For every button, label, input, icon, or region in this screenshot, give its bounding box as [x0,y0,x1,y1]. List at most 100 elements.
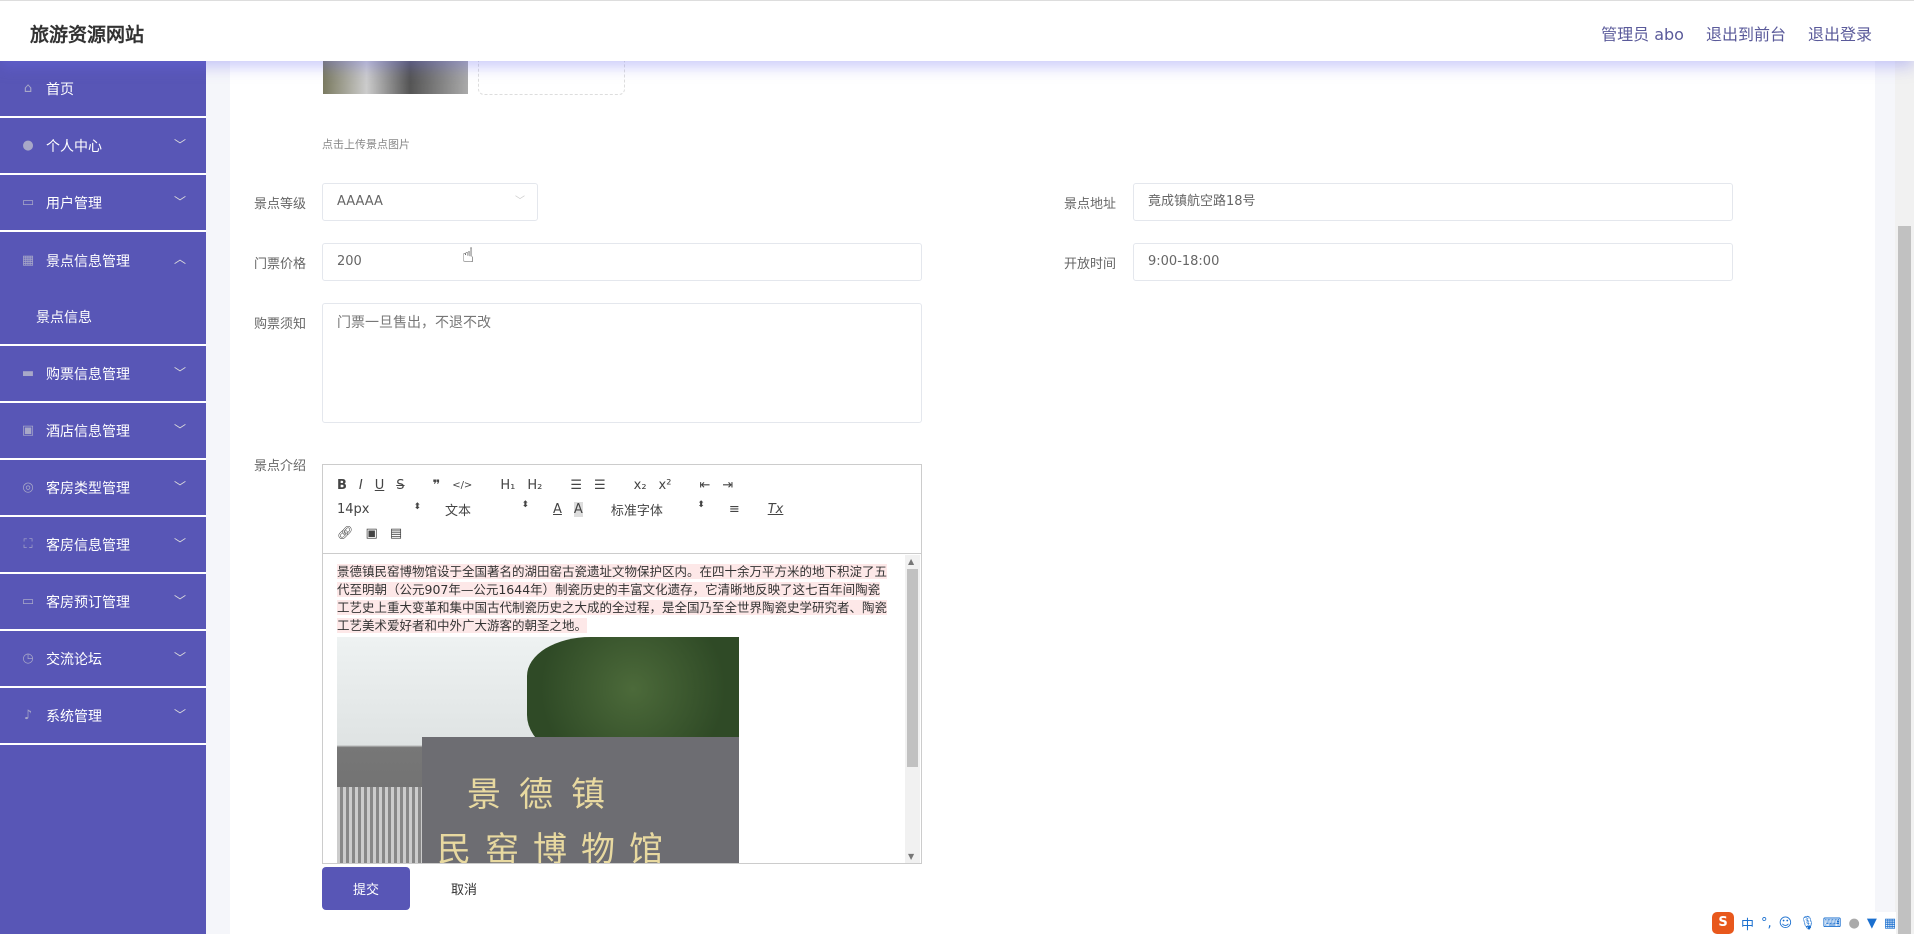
price-input[interactable]: 200 [322,243,922,281]
chevron-down-icon: ﹀ [173,423,186,437]
sidebar-item-2[interactable]: ▭ 用户管理 ﹀ [0,175,206,232]
indent-icon[interactable]: ⇥ [722,478,733,493]
outdent-icon[interactable]: ⇤ [699,478,710,493]
underline-icon[interactable]: U [375,478,385,493]
home-icon: ⌂ [23,81,33,96]
strike-icon[interactable]: S [396,478,404,493]
keyboard-icon[interactable]: ⌨ [1823,916,1842,931]
logout-link[interactable]: 退出登录 [1808,21,1872,45]
page-scrollbar[interactable] [1895,61,1914,934]
notice-label: 购票须知 [254,317,307,332]
sidebar-item-label: 客房预订管理 [46,594,130,611]
skin-icon[interactable]: ▼ [1867,916,1877,931]
subscript-icon[interactable]: x₂ [634,478,647,493]
fullscreen-icon: ⛶ [23,537,33,552]
sidebar-item-10[interactable]: ♪ 系统管理 ﹀ [0,688,206,745]
chevron-down-icon: ﹀ [173,195,186,209]
h2-icon[interactable]: H₂ [527,478,542,493]
video-icon[interactable]: ▤ [390,526,402,541]
ordered-list-icon[interactable]: ☰ [570,478,582,493]
bold-icon[interactable]: B [337,478,347,493]
sidebar-item-7[interactable]: ⛶ 客房信息管理 ﹀ [0,517,206,574]
editor-scrollbar[interactable]: ▲ ▼ [905,555,920,863]
chevron-down-icon: ﹀ [173,138,186,152]
sidebar-item-1[interactable]: ● 个人中心 ﹀ [0,118,206,175]
price-label: 门票价格 [254,257,307,272]
sidebar-item-0[interactable]: ⌂ 首页 [0,61,206,118]
admin-user-label: 管理员 abo [1601,25,1684,44]
clear-format-icon[interactable]: Tx [768,502,784,517]
editor-content[interactable]: 景德镇民窑博物馆设于全国著名的湖田窑古瓷遗址文物保护区内。在四十余万平方米的地下… [323,555,905,863]
h1-icon[interactable]: H₁ [500,478,515,493]
image-icon[interactable]: ▣ [366,526,378,541]
level-select[interactable]: AAAAA ﹀ [322,183,538,221]
sidebar-item-3[interactable]: ▦ 景点信息管理 ︿ [0,232,206,289]
sidebar-item-8[interactable]: ▭ 客房预订管理 ﹀ [0,574,206,631]
notice-textarea[interactable]: 门票一旦售出，不退不改 [322,303,922,423]
lifebuoy-icon: ◎ [22,480,34,495]
chevron-down-icon: ﹀ [173,480,186,494]
address-input[interactable]: 竟成镇航空路18号 [1133,183,1733,221]
sidebar: ⌂ 首页 ● 个人中心 ﹀ ▭ 用户管理 ﹀ ▦ 景点信息管理 ︿ 景点信息 ▬ 购票信息管理 ﹀ ▣ 酒店信息… [0,61,206,934]
menu-grid-icon[interactable]: ▦ [1884,916,1896,931]
chevron-down-icon: ﹀ [173,537,186,551]
sidebar-item-label: 系统管理 [46,708,102,725]
sidebar-item-label: 个人中心 [46,138,102,155]
sidebar-item-label: 首页 [46,81,74,98]
address-label: 景点地址 [1064,197,1117,212]
background-color-icon[interactable]: A [573,501,583,517]
user-icon: ● [22,138,34,153]
sogou-logo-icon[interactable]: S [1712,912,1734,934]
chevron-down-icon: ﹀ [515,196,525,207]
ime-punct[interactable]: °, [1761,916,1772,931]
bullet-list-icon[interactable]: ☰ [594,478,606,493]
user-icon[interactable]: ● [1849,916,1860,931]
intro-label: 景点介绍 [254,459,307,474]
clipboard-icon: ▣ [21,423,35,438]
font-family-select[interactable]: 标准字体 ⬍ [611,500,705,519]
italic-icon[interactable]: I [359,478,363,493]
sidebar-subitem-scenic-info[interactable]: 景点信息 [0,289,206,346]
code-icon[interactable]: </> [452,480,472,491]
sidebar-item-5[interactable]: ▣ 酒店信息管理 ﹀ [0,403,206,460]
sidebar-item-label: 酒店信息管理 [46,423,130,440]
message-icon: ▬ [21,366,35,381]
compass-icon: ◷ [22,651,34,666]
sidebar-item-4[interactable]: ▬ 购票信息管理 ﹀ [0,346,206,403]
rich-text-editor: B I U S ❞ </> H₁ H₂ ☰ ☰ x₂ x² ⇤ ⇥ 14px ⬍ … [322,464,922,864]
sidebar-item-label: 景点信息管理 [46,253,130,270]
grid-icon: ▦ [21,253,35,268]
chat-icon: ▭ [21,195,35,210]
sidebar-item-9[interactable]: ◷ 交流论坛 ﹀ [0,631,206,688]
ime-toolbar: S 中 °, ☺ 🎙︎ ⌨ ● ▼ ▦ [1710,912,1897,934]
chevron-down-icon: ﹀ [173,594,186,608]
hand-cursor-icon: ☝ [462,243,475,267]
editor-toolbar: B I U S ❞ </> H₁ H₂ ☰ ☰ x₂ x² ⇤ ⇥ 14px ⬍ … [323,465,921,554]
chevron-up-icon: ︿ [173,252,186,266]
superscript-icon[interactable]: x² [659,478,672,493]
upload-tip: 点击上传景点图片 [322,138,410,151]
level-value: AAAAA [337,194,383,209]
align-icon[interactable]: ≡ [729,502,740,517]
cancel-button[interactable]: 取消 [430,867,498,910]
museum-photo: 景德镇 民窑博物馆 [337,637,739,863]
ime-lang[interactable]: 中 [1741,914,1754,933]
sidebar-item-label: 购票信息管理 [46,366,130,383]
exit-to-front-link[interactable]: 退出到前台 [1706,21,1786,45]
font-size-select[interactable]: 14px ⬍ [337,502,421,517]
sidebar-item-label: 用户管理 [46,195,102,212]
header-select[interactable]: 文本 ⬍ [445,500,529,519]
link-icon[interactable]: 🔗︎ [337,526,354,541]
chevron-down-icon: ﹀ [173,708,186,722]
uploaded-image-thumbnail[interactable] [323,61,468,94]
emoji-icon[interactable]: ☺ [1779,916,1793,931]
hours-input[interactable]: 9:00-18:00 [1133,243,1733,281]
submit-button[interactable]: 提交 [322,867,410,910]
mic-icon[interactable]: 🎙︎ [1799,916,1816,931]
top-header: 旅游资源网站 管理员 abo 退出到前台 退出登录 [0,0,1914,61]
sidebar-item-6[interactable]: ◎ 客房类型管理 ﹀ [0,460,206,517]
upload-box[interactable] [478,61,625,95]
blockquote-icon[interactable]: ❞ [433,478,441,493]
font-color-icon[interactable]: A [553,502,562,517]
sign-line2: 民窑博物馆 [437,830,677,863]
